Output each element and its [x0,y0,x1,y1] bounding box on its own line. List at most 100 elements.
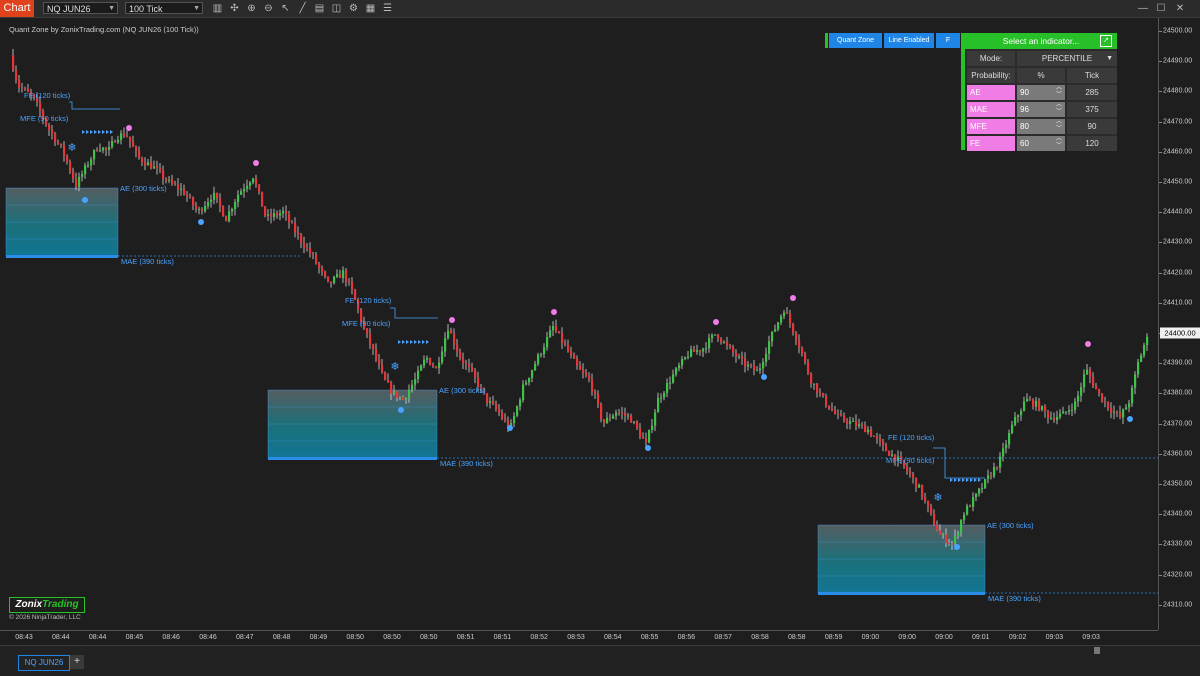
candle [300,232,303,249]
candle [324,270,327,279]
candle [99,143,102,153]
price-label: 24370.00 [1163,420,1193,428]
candle [132,135,135,147]
candle [705,342,708,354]
candle [879,434,882,447]
candle [600,402,603,423]
candle [1095,382,1098,390]
candle [843,412,846,423]
candle [1140,353,1143,363]
candle [249,181,252,190]
candle [681,355,684,370]
candle [1089,367,1092,384]
candle [1005,439,1008,454]
candle [591,373,594,396]
external-link-icon[interactable]: ↗ [1100,35,1112,47]
candle [120,130,123,145]
candle [414,372,417,390]
candle [777,321,780,332]
price-label: 24390.00 [1163,359,1193,367]
maximize-icon[interactable]: ☐ [1153,1,1169,16]
candle [651,419,654,434]
candle [252,177,255,185]
time-axis[interactable]: 08:43 08:44 08:44 08:45 08:46 08:46 08:47 08:48… [0,630,1158,646]
candle [522,380,525,403]
zoom-out-icon[interactable]: ⊖ [262,2,275,15]
indicator-row-pct-stepper[interactable]: 60 ︿ ﹀ [1017,136,1065,151]
candle [135,145,138,158]
candle [129,136,132,148]
template-icon[interactable]: ▦ [364,2,377,15]
candle [291,219,294,224]
candle [270,208,273,224]
indicator-row-pct-stepper[interactable]: 90 ︿ ﹀ [1017,85,1065,100]
add-tab-button[interactable]: + [70,655,84,669]
candle [726,336,729,350]
screenshot-icon[interactable]: ◫ [330,2,343,15]
time-label: 08:58 [751,634,769,641]
interval-select[interactable]: 100 Tick ▼ [125,2,203,14]
instrument-select[interactable]: NQ JUN26 ▼ [43,2,118,14]
swing-high-marker [253,160,259,166]
time-label: 08:43 [15,634,33,641]
candle [387,373,390,383]
select-indicator-button[interactable]: Select an indicator... ↗ [965,33,1117,49]
candle [528,377,531,386]
zonixtrading-logo: ZonixTrading [9,597,85,613]
price-tick [1159,182,1162,183]
candle [222,205,225,217]
crosshair-icon[interactable]: ✣ [228,2,241,15]
minimize-icon[interactable]: — [1135,1,1151,16]
candle [693,345,696,352]
close-icon[interactable]: ✕ [1172,1,1188,16]
swing-low-marker [645,445,651,451]
candle [972,492,975,512]
stepper-arrows-icon[interactable]: ︿ ﹀ [1056,136,1062,150]
tab-nq-jun26[interactable]: NQ JUN26 [18,655,70,671]
stepper-arrows-icon[interactable]: ︿ ﹀ [1056,119,1062,133]
indicator-row-pct-stepper[interactable]: 80 ︿ ﹀ [1017,119,1065,134]
line-enabled-button[interactable]: Line Enabled [884,33,934,48]
strategies-icon[interactable]: ⚙ [347,2,360,15]
mode-select[interactable]: PERCENTILE ▼ [1017,51,1117,66]
draw-line-icon[interactable]: ╱ [296,2,309,15]
candle [489,396,492,409]
candle [852,417,855,422]
candle [1086,363,1089,375]
candle [870,426,873,438]
pointer-icon[interactable]: ↖ [279,2,292,15]
candle [465,359,468,370]
indicator-row-pct-stepper[interactable]: 96 ︿ ﹀ [1017,102,1065,117]
zoom-in-icon[interactable]: ⊕ [245,2,258,15]
candle [1026,393,1029,402]
time-label: 08:46 [199,634,217,641]
scroll-handle[interactable] [1094,647,1100,654]
candle [501,409,504,421]
ae-label: AE (300 ticks) [439,386,486,395]
candle [48,122,51,137]
tick-header: Tick [1067,68,1117,83]
quant-zone-button[interactable]: Quant Zone [829,33,882,48]
f-button[interactable]: F [936,33,960,48]
stepper-arrows-icon[interactable]: ︿ ﹀ [1056,102,1062,116]
candle [795,331,798,346]
price-label: 24420.00 [1163,269,1193,277]
candle [678,362,681,372]
candle [264,206,267,218]
price-label: 24460.00 [1163,148,1193,156]
candle [627,412,630,420]
stepper-arrows-icon[interactable]: ︿ ﹀ [1056,85,1062,99]
properties-icon[interactable]: ▤ [313,2,326,15]
time-label: 08:44 [52,634,70,641]
bars-type-icon[interactable]: ▥ [211,2,224,15]
price-axis[interactable]: 24500.00 24490.00 24480.00 24470.00 24460.00… [1158,18,1200,630]
candle [426,355,429,363]
candle [849,416,852,430]
chart-tab[interactable]: Chart [0,0,34,17]
data-box-icon[interactable]: ☰ [381,2,394,15]
candle [552,321,555,337]
candle [633,421,636,425]
candle [309,242,312,258]
candle [696,344,699,355]
price-tick [1159,272,1162,274]
